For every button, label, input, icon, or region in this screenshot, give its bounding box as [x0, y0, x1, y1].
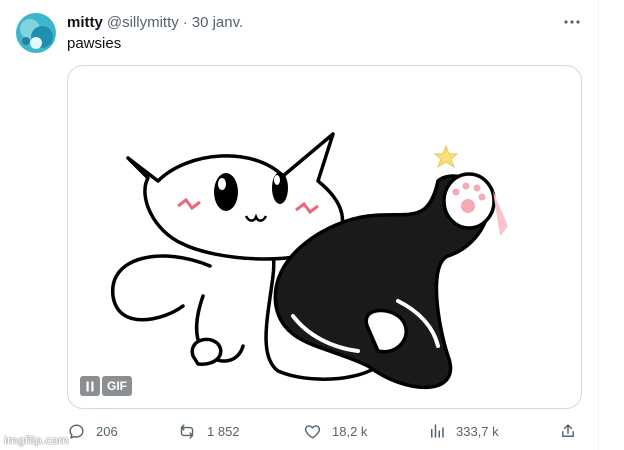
like-button[interactable]: 18,2 k — [303, 421, 367, 441]
view-count: 333,7 k — [456, 423, 499, 439]
repost-icon — [180, 423, 194, 439]
pause-icon — [86, 381, 94, 391]
watermark: imgflip.com — [4, 434, 69, 447]
analytics-icon — [431, 424, 444, 438]
tweet-actions: 206 1 852 18,2 k 333,7 k — [67, 421, 582, 441]
repost-count: 1 852 — [207, 423, 240, 439]
timeline-divider — [598, 0, 599, 450]
tweet-text: pawsies — [67, 35, 122, 52]
tweet-date[interactable]: 30 janv. — [192, 14, 243, 31]
reply-button[interactable]: 206 — [67, 421, 118, 441]
share-icon — [562, 424, 574, 437]
user-handle[interactable]: @sillymitty — [107, 14, 179, 31]
heart-icon — [304, 424, 321, 439]
like-count: 18,2 k — [332, 423, 368, 439]
gif-badge: GIF — [102, 376, 132, 396]
pause-button[interactable] — [80, 376, 100, 396]
gif-controls: GIF — [80, 376, 132, 396]
more-icon — [564, 20, 580, 24]
display-name[interactable]: mitty — [67, 14, 103, 31]
repost-button[interactable]: 1 852 — [177, 421, 240, 441]
more-options-button[interactable] — [560, 10, 584, 34]
tweet-media-gif[interactable]: GIF — [67, 65, 582, 409]
separator-dot: · — [182, 13, 188, 31]
share-button[interactable] — [559, 421, 577, 441]
cat-illustration — [111, 132, 508, 390]
reply-icon — [69, 423, 84, 439]
tweet-header: mitty @sillymitty · 30 janv. — [67, 12, 243, 32]
views-button[interactable]: 333,7 k — [428, 421, 499, 441]
reply-count: 206 — [96, 423, 118, 439]
avatar[interactable] — [16, 13, 56, 53]
